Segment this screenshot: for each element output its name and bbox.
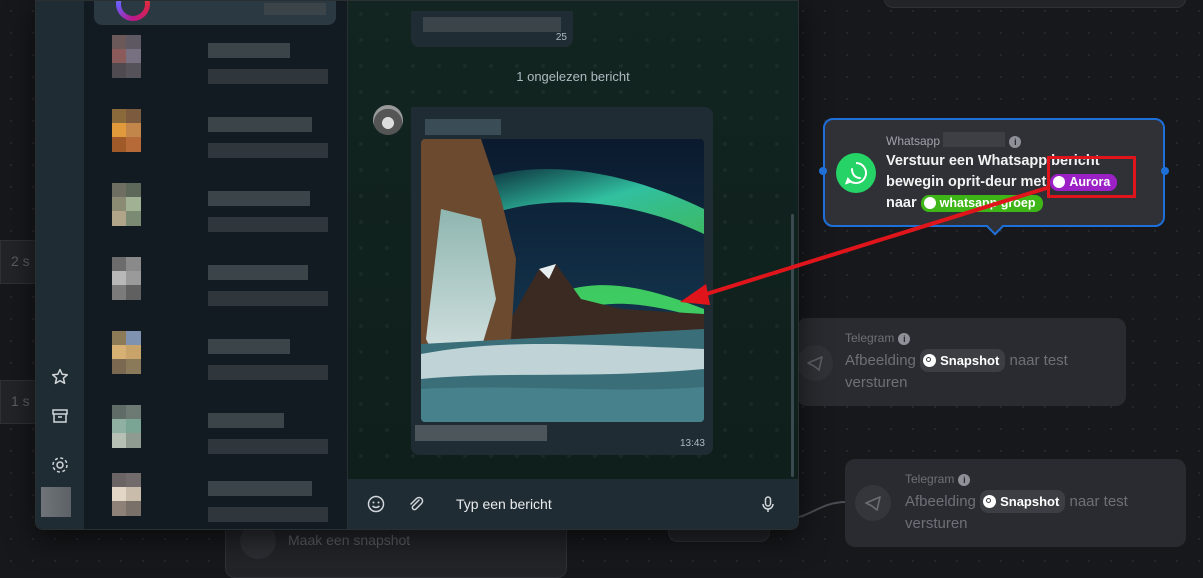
- chat-item[interactable]: [98, 325, 338, 385]
- output-handle[interactable]: [1161, 167, 1169, 175]
- microphone-icon[interactable]: [758, 494, 778, 514]
- chat-list: [84, 1, 348, 529]
- info-icon[interactable]: i: [958, 473, 971, 486]
- previous-message-text: [423, 17, 561, 32]
- message-image[interactable]: [421, 139, 704, 422]
- conversation-panel: 25 1 ongelezen bericht 13:43 Typ een ber…: [348, 1, 798, 529]
- telegram-node-1[interactable]: Telegram i Afbeelding Snapshot naar test …: [797, 318, 1126, 406]
- telegram-node-2-title: Telegram i: [905, 472, 971, 486]
- chat-item-name: [208, 265, 308, 280]
- telegram-icon: [855, 485, 891, 521]
- camera-icon: [983, 495, 997, 508]
- avatar: [98, 405, 144, 463]
- chat-scrollbar[interactable]: [791, 214, 794, 477]
- gear-icon[interactable]: [50, 455, 70, 475]
- highlight-box: [1047, 156, 1136, 198]
- archive-icon[interactable]: [50, 406, 70, 426]
- chat-item-name: [208, 481, 312, 496]
- telegram-node-2-text: Afbeelding Snapshot naar test versturen: [905, 490, 1175, 534]
- avatar: [98, 257, 144, 315]
- nav-rail: [36, 1, 84, 529]
- snapshot-tag: Snapshot: [980, 490, 1066, 513]
- chat-item-name: [264, 3, 326, 15]
- snapshot-node-label: Maak een snapshot: [288, 532, 411, 548]
- profile-avatar[interactable]: [41, 487, 71, 517]
- paperclip-icon[interactable]: [406, 494, 426, 514]
- emoji-icon[interactable]: [366, 494, 386, 514]
- chat-item[interactable]: [98, 177, 338, 237]
- telegram-node-1-text: Afbeelding Snapshot naar test versturen: [845, 349, 1115, 393]
- at-icon: [923, 197, 936, 209]
- chat-item-name: [208, 413, 284, 428]
- bg-node-left-2-label: 1 s: [11, 393, 30, 409]
- sender-avatar[interactable]: [373, 105, 403, 135]
- chat-item-name: [208, 191, 310, 206]
- info-icon[interactable]: i: [1009, 135, 1022, 148]
- snapshot-tag: Snapshot: [920, 349, 1006, 372]
- whatsapp-icon: [836, 153, 876, 193]
- flow-connector: [790, 501, 847, 519]
- whatsapp-window: 25 1 ongelezen bericht 13:43 Typ een ber…: [35, 0, 799, 530]
- chat-item[interactable]: [98, 251, 338, 311]
- telegram-node-2[interactable]: Telegram i Afbeelding Snapshot naar test …: [845, 459, 1186, 547]
- avatar: [98, 183, 144, 241]
- avatar: [98, 331, 144, 389]
- telegram-icon: [797, 345, 833, 381]
- selected-chat-item[interactable]: [94, 1, 336, 25]
- avatar: [98, 109, 144, 167]
- chat-item-preview: [208, 507, 328, 522]
- chat-item-preview: [208, 143, 328, 158]
- chat-item-preview: [208, 217, 328, 232]
- image-message[interactable]: 13:43: [411, 107, 713, 455]
- input-handle[interactable]: [819, 167, 827, 175]
- avatar: [98, 473, 144, 529]
- bg-node-left-1-label: 2 s: [11, 253, 30, 269]
- status-ring-icon: [116, 1, 150, 21]
- avatar: [98, 35, 144, 93]
- unread-divider: 1 ongelezen bericht: [516, 69, 630, 84]
- chat-item-preview: [208, 69, 328, 84]
- chat-item-preview: [208, 439, 328, 454]
- chat-item[interactable]: [98, 467, 338, 527]
- chat-item-preview: [208, 291, 328, 306]
- message-time: 13:43: [679, 438, 705, 449]
- chat-item-name: [208, 43, 290, 58]
- chat-item[interactable]: [98, 399, 338, 459]
- info-icon[interactable]: i: [898, 332, 911, 345]
- whatsapp-group-tag: whatsapp groep: [920, 195, 1043, 212]
- previous-message[interactable]: 25: [411, 11, 573, 47]
- chat-item-name: [208, 117, 312, 132]
- redacted-text: [943, 132, 1006, 147]
- star-icon[interactable]: [50, 367, 70, 387]
- chat-item[interactable]: [98, 103, 338, 163]
- image-caption: [415, 425, 547, 441]
- bg-node-top: [884, 0, 1186, 8]
- chat-item[interactable]: [98, 29, 338, 89]
- chat-item-name: [208, 339, 290, 354]
- message-input[interactable]: Typ een bericht: [456, 496, 552, 512]
- telegram-node-1-title: Telegram i: [845, 331, 911, 345]
- previous-message-time: 25: [555, 32, 567, 43]
- message-composer: Typ een bericht: [348, 479, 798, 529]
- sender-name: [425, 119, 501, 135]
- chat-item-preview: [208, 365, 328, 380]
- whatsapp-node-subtitle: Whatsapp i: [886, 132, 1022, 148]
- camera-icon: [923, 354, 937, 367]
